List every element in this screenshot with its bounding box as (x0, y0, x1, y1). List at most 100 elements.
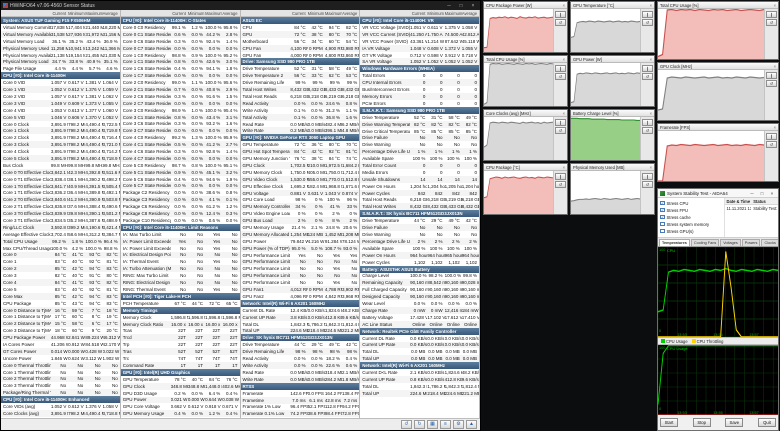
sensor-row[interactable]: Percentage Drive Life Used 1 % 1 % 1 % 1 % (360, 148, 479, 156)
sensor-row[interactable]: GPU Performance Limit - Power Yes No Yes Yes (241, 252, 360, 259)
sensor-row[interactable]: RING: Thermal Event No No Yes No (121, 286, 240, 293)
sensor-row[interactable]: Core 3 Distance to TjMAX 18 °C 60 °C 9 °C 20… (1, 327, 120, 334)
sensor-row[interactable]: Power Cycles 842 842 842 842 (360, 189, 479, 197)
sensor-row[interactable]: Motherboard 56 °C 34 °C 60 °C 54 °C (241, 38, 360, 45)
pause-button[interactable]: ∥ (555, 173, 566, 180)
sensor-row[interactable]: GPU Memory Allocated1,254 MB124 MB1,452 … (240, 230, 360, 238)
sensor-row[interactable]: Drive Critical Temperature 85 °C 85 °C 85 °… (360, 128, 479, 135)
close-icon[interactable]: × (563, 2, 565, 8)
close-icon[interactable]: × (774, 63, 776, 69)
sensor-row[interactable]: Frametime 7.0 ms 6.1 ms 42.8 ms 7.2 ms (240, 396, 360, 404)
maximize-icon[interactable]: □ (456, 3, 466, 9)
sensor-row[interactable]: Core 5 C0 Residency 98.7 % 0.8 % 100.0 % 95.… (121, 162, 240, 169)
reset-button[interactable]: ↺ (642, 127, 653, 134)
sensor-row[interactable]: GT Cores Power 0.014 W 0.000 W 0.428 W 0.022… (1, 347, 120, 355)
graph-title-bar[interactable]: Core Clocks (avg) [MHz] × (484, 110, 567, 117)
sensor-row[interactable]: Package/Ring Thermal Throttling No No No No (1, 389, 120, 397)
sensor-row[interactable]: IA VR Voltage 1.048 V 0.608 V 1.372 V 1.055 … (360, 44, 479, 52)
sensor-row[interactable]: Read Rate0.0 MB/s0.0 MB/s318.4 MB/s2.1 M… (241, 369, 360, 376)
checkbox-icon[interactable] (660, 228, 665, 234)
sensor-row[interactable]: Drive Warning Temperature82 °C82 °C82 °C… (360, 120, 479, 128)
sensor-row[interactable]: Core 1 Distance to TjMAX 17 °C 60 °C 8 °C 19… (1, 314, 120, 321)
sensor-row[interactable]: GPU Video Engine Load 0 % 0 % 2 % 0 % (241, 210, 360, 217)
sensor-row[interactable]: GPU Memory Controller Load 34 % 0 % 41 % 33 … (240, 203, 360, 211)
sensor-row[interactable]: IA: Power Limit Exceeded (PL1) Yes No Yes No (120, 237, 240, 245)
sensor-row[interactable]: Core 4 VID 1.053 V 0.613 V 1.377 V 1.060 V (1, 107, 120, 114)
sensor-row[interactable]: GT VR Voltage 0.712 V 0.598 V 0.912 V 0.718 … (360, 52, 479, 59)
sensor-row[interactable]: Core 1 T1 Effective Clock3,836.2 MHz36.4… (1, 189, 120, 196)
sensor-row[interactable]: Core 1 C1 State Residency0.8 % 0.0 %42.6 … (120, 58, 240, 66)
sensor-row[interactable]: Core 3 C7 State Residency0.0 %0.0 %0.0 %… (120, 127, 240, 135)
sensor-row[interactable]: Virtual Memory Available31,538 MB27,936 … (1, 30, 120, 38)
sensor-row[interactable]: VR VCC Voltage (SVID) 1.051 V 0.611 V 1.375… (360, 24, 479, 31)
sensor-row[interactable]: GPU Performance Limit - Reliability Volt… (241, 265, 360, 272)
sensor-row[interactable]: Power On Hours964 hours964 hours965 hour… (360, 251, 479, 259)
sensor-row[interactable]: Core Max 85 °C 42 °C 94 °C 83 °C (1, 292, 120, 300)
sensor-row[interactable]: Current DL Rate 0.0 KB/s 0.0 KB/s 0.0 KB/s 0… (360, 335, 479, 342)
sensor-row[interactable]: Core VIDs (avg) 1.052 V 0.612 V 1.376 V 1.05… (1, 403, 120, 410)
sensor-row[interactable]: Core 2 Distance to TjMAX 15 °C 58 °C 6 °C 17… (1, 320, 120, 328)
sensor-row[interactable]: GPU Power 79.842 W4.216 W91.284 W78.124 W (241, 238, 360, 245)
sensor-row[interactable]: Core 1 C6 State Residency0.4 % 0.0 %94.1 … (121, 65, 240, 72)
reset-clock-icon[interactable]: ↺ (401, 420, 412, 429)
sensor-row[interactable]: GPU Video Clock 1,530.0 MHz555.0 MHz1,770… (240, 175, 360, 183)
sensor-row[interactable]: Core 0 C0 Residency 99.1 % 1.2 % 100.0 % 95.… (121, 24, 240, 31)
sensor-row[interactable]: Physical Memory Used11,258 MB10,941 MB13… (1, 44, 120, 52)
section-header[interactable]: Battery: ASUSTeK ASUS Battery (360, 265, 479, 273)
status-table-row[interactable]: 11.11.2021 13:52:04 Stability Test: Star… (725, 205, 778, 212)
tab-voltages[interactable]: Voltages (720, 239, 741, 246)
pause-button[interactable]: ∥ (555, 119, 566, 126)
sensor-row[interactable]: Core 5 C1 State Residency0.9 % 0.0 %45.1 … (120, 168, 240, 176)
section-header[interactable]: S.M.A.R.T.: Samsung SSD 980 PRO 1TB (360, 106, 479, 114)
sensor-row[interactable]: Bus/Interconnect Errors 0 0 0 0 (360, 86, 479, 93)
sensor-row[interactable]: Core 0 C6 State Residency0.3 % 0.0 %92.4 … (121, 38, 240, 45)
graph-title-bar[interactable]: CPU Package [°C] × (484, 164, 567, 171)
sensor-row[interactable]: Core 2 C0 Residency 99.0 % 1.1 % 100.0 % 95.… (121, 79, 240, 86)
section-header[interactable]: RTSS (240, 382, 360, 390)
sensor-row[interactable]: Current UP Rate 0.8 KB/s0.0 KB/s412.8 KB/… (360, 376, 479, 383)
sensor-row[interactable]: Battery Voltage 17.428 V 17.102 V 17.612 V1… (360, 314, 479, 321)
reset-button[interactable]: ↺ (555, 19, 566, 26)
collapse-icon[interactable]: ▲ (466, 420, 477, 429)
sensor-row[interactable]: GPU Clock348.8 MHz348.8 MHz1,448.0 MHz40… (120, 382, 240, 390)
graph-title-bar[interactable]: GPU Clock [MHz] × (658, 63, 778, 70)
sensor-row[interactable]: AC Line Status Online Online Online Online (360, 320, 479, 328)
sensor-row[interactable]: Media Errors 0 0 0 0 (360, 169, 479, 176)
close-icon[interactable]: × (774, 124, 776, 130)
stress-checkbox-row[interactable]: Stress system memory (660, 221, 722, 227)
sensor-row[interactable]: Drive Failure No No No No (360, 224, 479, 232)
sensor-row[interactable]: GPU Core Load 98 % 0 % 100 % 96 % (241, 196, 360, 203)
sensor-row[interactable]: GPU Memory Junction Temperature76 °C 38 °… (241, 155, 360, 162)
section-header[interactable]: GPU [#0]: NVIDIA GeForce RTX 3060 Laptop… (240, 134, 360, 142)
reset-button[interactable]: ↺ (766, 19, 777, 26)
sensor-row[interactable]: GPU Memory Usage 21.4 % 2.1 % 24.8 % 20.6 % (241, 224, 360, 231)
close-icon[interactable]: × (650, 2, 652, 8)
sensor-row[interactable]: GPU Performance Limit - Thermal No No No No (240, 258, 360, 266)
sensor-row[interactable]: Read Activity 0.0 % 0.0 % 24.6 % 0.8 % (240, 99, 360, 107)
sensor-row[interactable]: IA: Electrical Design Point/Other No No No N… (120, 251, 240, 259)
sensor-row[interactable]: Average Effective Clock3,702.4 MHz58.6 M… (1, 231, 120, 238)
section-header[interactable]: CPU [#0]: Intel Core i5-11400H: C-States (120, 17, 240, 24)
sensor-row[interactable]: Power Cycles 1,102 1,102 1,102 1,102 (360, 259, 479, 266)
checkbox-icon[interactable] (660, 201, 665, 206)
sensor-row[interactable]: Core Clocks (avg) 3,891.9 MHz798.2 MHz4,4… (1, 410, 120, 417)
sensor-row[interactable]: IA Cores Power 41.206 W0.912 W84.518 W42.… (1, 341, 120, 348)
sensor-row[interactable]: Core 3 C1 State Residency0.8 % 0.0 %43.4 … (120, 113, 240, 121)
sensor-row[interactable]: Drive Temperature 2 56 °C 33 °C 62 °C 53 °C (240, 72, 360, 80)
sensor-row[interactable]: Tcas 22T 22T 22T 22T (121, 328, 240, 335)
checkbox-icon[interactable] (660, 221, 665, 227)
stress-checkbox-row[interactable]: Stress GPU(s) (660, 228, 722, 234)
section-header[interactable]: Drive: Samsung SSD 980 PRO 1TB (240, 58, 360, 66)
sensor-row[interactable]: GPU Core Voltage 0.662 V 0.612 V 0.918 V 0.6… (121, 403, 240, 410)
pause-button[interactable]: ∥ (766, 133, 777, 140)
sensor-row[interactable]: Remaining Capacity90,160 mWh88,542 mWh90… (360, 279, 479, 287)
close-icon[interactable]: × (768, 191, 776, 196)
graph-title-bar[interactable]: Total CPU Usage [%] × (484, 56, 567, 63)
sensor-row[interactable]: Trcd 22T 22T 22T 22T (120, 334, 240, 342)
pause-button[interactable]: ∥ (642, 11, 653, 18)
sensor-row[interactable]: Total DL1,842.3 MB1,786.2 MB1,842.3 MB1,… (241, 321, 360, 328)
reset-button[interactable]: ↺ (766, 141, 777, 148)
sensor-row[interactable]: PCH Temperature 67 °C 44 °C 72 °C 65 °C (121, 300, 240, 307)
sensor-row[interactable]: GPU Effective Clock1,695.2 MHz182.4 MHz1… (241, 183, 360, 190)
sensor-row[interactable]: Current UP Rate 0.0 KB/s 0.0 KB/s 0.0 KB/s 0… (360, 341, 479, 349)
